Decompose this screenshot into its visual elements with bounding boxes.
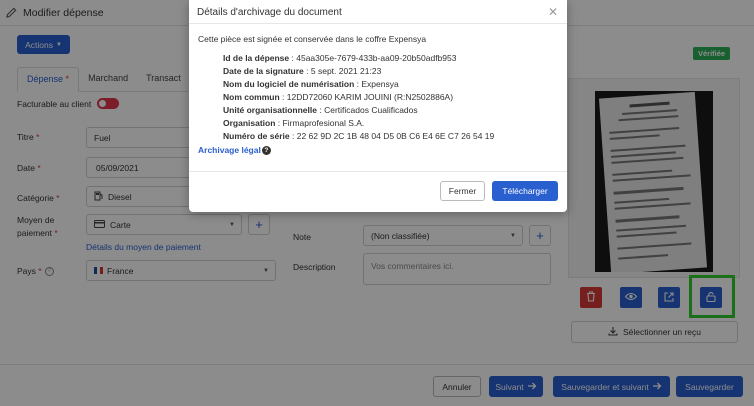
detail-value: Certificados Cualificados: [324, 105, 418, 115]
detail-org-unit: Unité organisationnelle : Certificados C…: [223, 105, 418, 115]
modal-intro-text: Cette pièce est signée et conservée dans…: [198, 34, 427, 44]
detail-label: Unité organisationnelle: [223, 105, 317, 115]
detail-label: Nom commun: [223, 92, 280, 102]
detail-expense-id: Id de la dépense : 45aa305e-7679-433b-aa…: [223, 53, 457, 63]
modal-divider: [189, 171, 567, 172]
detail-value: 22 62 9D 2C 1B 48 04 D5 0B C6 E4 6E C7 2…: [296, 131, 495, 141]
close-button[interactable]: Fermer: [440, 181, 485, 201]
detail-value: Expensya: [361, 79, 399, 89]
detail-serial-number: Numéro de série : 22 62 9D 2C 1B 48 04 D…: [223, 131, 495, 141]
question-icon: ?: [261, 145, 271, 155]
archive-details-modal: Détails d'archivage du document ✕ Cette …: [189, 0, 567, 212]
close-label: Fermer: [448, 186, 477, 196]
legal-archiving-label: Archivage légal: [198, 145, 261, 155]
detail-common-name: Nom commun : 12DD72060 KARIM JOUINI (R:N…: [223, 92, 454, 102]
detail-software-name: Nom du logiciel de numérisation : Expens…: [223, 79, 399, 89]
detail-label: Organisation: [223, 118, 276, 128]
detail-signature-date: Date de la signature : 5 sept. 2021 21:2…: [223, 66, 382, 76]
detail-value: 5 sept. 2021 21:23: [310, 66, 382, 76]
detail-value: 45aa305e-7679-433b-aa09-20b50adfb953: [296, 53, 457, 63]
detail-organisation: Organisation : Firmaprofesional S.A.: [223, 118, 365, 128]
detail-label: Nom du logiciel de numérisation: [223, 79, 355, 89]
detail-label: Numéro de série: [223, 131, 290, 141]
modal-header: Détails d'archivage du document ✕: [189, 0, 567, 24]
download-label: Télécharger: [502, 186, 548, 196]
detail-value: 12DD72060 KARIM JOUINI (R:N2502886A): [286, 92, 454, 102]
detail-value: Firmaprofesional S.A.: [282, 118, 365, 128]
detail-label: Id de la dépense: [223, 53, 290, 63]
download-button[interactable]: Télécharger: [492, 181, 558, 201]
close-icon[interactable]: ✕: [548, 5, 558, 19]
legal-archiving-link[interactable]: Archivage légal ?: [198, 145, 271, 155]
modal-title: Détails d'archivage du document: [197, 7, 342, 18]
detail-label: Date de la signature: [223, 66, 304, 76]
